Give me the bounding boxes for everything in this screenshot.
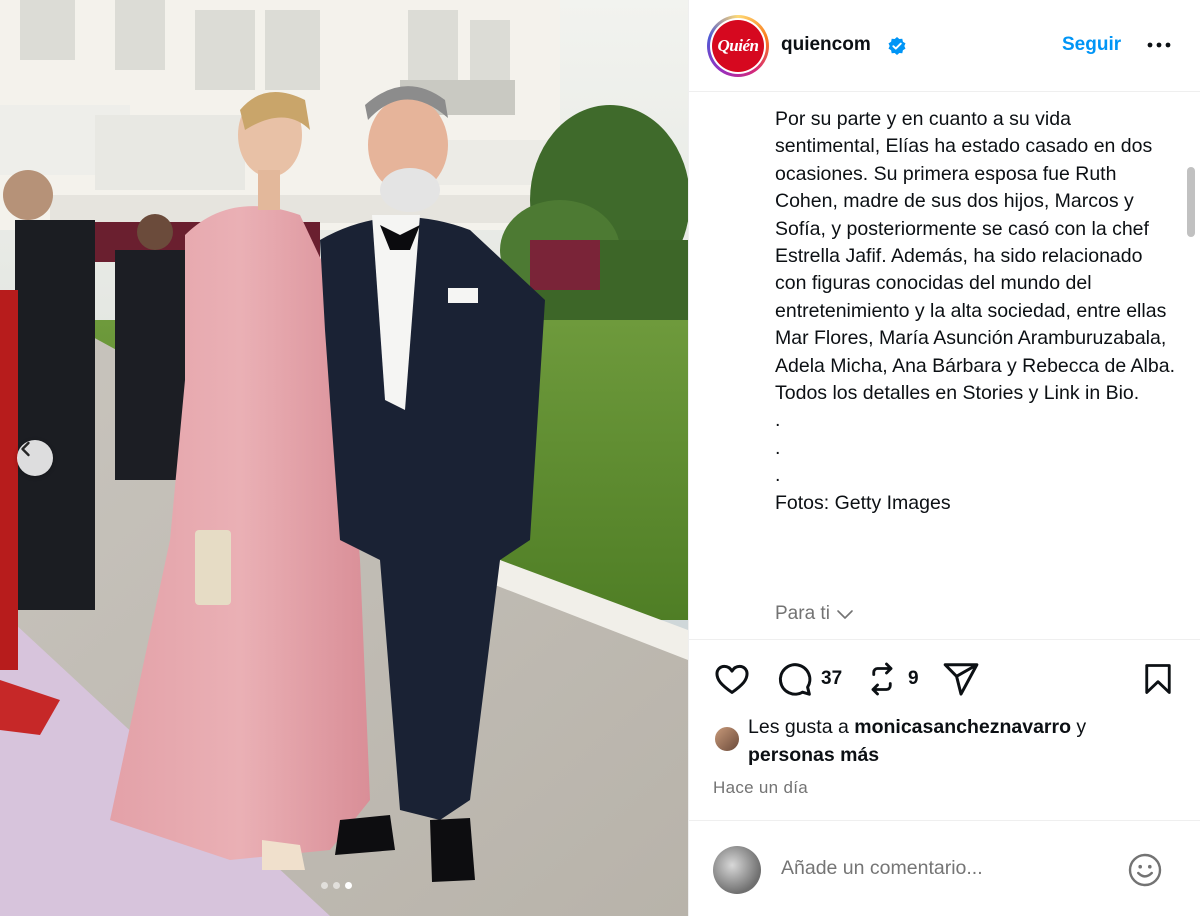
liker-username-link[interactable]: monicasancheznavarro <box>854 716 1071 738</box>
verified-badge-icon <box>888 37 906 55</box>
carousel-dot-active <box>345 882 352 889</box>
likes-suffix: y <box>1071 716 1087 738</box>
repost-button[interactable]: 9 <box>864 660 919 698</box>
caption-scroll-area[interactable]: Por su parte y en cuanto a su vida senti… <box>689 93 1200 640</box>
post-caption: Por su parte y en cuanto a su vida senti… <box>775 108 1175 514</box>
repost-icon <box>871 662 893 696</box>
carousel-dot <box>333 882 340 889</box>
share-send-icon <box>943 663 979 696</box>
carousel-dot <box>321 882 328 889</box>
post-header: Quién quiencom Seguir <box>689 0 1200 92</box>
reposts-count: 9 <box>908 668 919 689</box>
comment-input[interactable] <box>781 857 1101 880</box>
carousel-prev-button[interactable] <box>17 440 53 476</box>
post-side-panel: Quién quiencom Seguir Por su parte y en … <box>688 0 1200 916</box>
caption-scrollbar[interactable] <box>1187 167 1195 237</box>
save-button[interactable] <box>1140 660 1176 698</box>
heart-icon <box>715 664 749 694</box>
for-you-dropdown[interactable]: Para ti <box>775 603 854 625</box>
post-actions-bar: 37 9 <box>689 660 1200 704</box>
comment-bubble-icon <box>778 663 812 696</box>
emoji-icon[interactable] <box>1127 852 1163 888</box>
likes-others-link[interactable]: personas más <box>748 744 879 766</box>
post-photo[interactable] <box>0 0 688 916</box>
liker-avatar[interactable] <box>714 726 740 752</box>
chevron-down-icon <box>837 610 853 619</box>
profile-avatar[interactable]: Quién <box>707 15 769 77</box>
follow-button[interactable]: Seguir <box>1062 34 1121 56</box>
for-you-label: Para ti <box>775 603 830 624</box>
photo-illustration <box>0 0 688 916</box>
username-link[interactable]: quiencom <box>781 34 871 56</box>
brand-logo: Quién <box>712 20 764 72</box>
comments-count: 37 <box>821 668 843 689</box>
bookmark-icon <box>1145 664 1171 694</box>
post-timestamp[interactable]: Hace un día <box>713 778 808 798</box>
avatar-ring-inner: Quién <box>710 18 766 74</box>
carousel-indicator <box>321 882 352 889</box>
more-horizontal-icon[interactable] <box>1145 32 1175 58</box>
likes-text: Les gusta a monicasancheznavarro y person… <box>748 713 1178 769</box>
like-button[interactable] <box>713 660 751 698</box>
comment-button[interactable]: 37 <box>775 660 842 698</box>
current-user-avatar <box>713 846 761 894</box>
share-button[interactable] <box>942 660 980 698</box>
comment-composer <box>689 820 1200 916</box>
chevron-left-icon <box>21 441 30 457</box>
likes-prefix: Les gusta a <box>748 716 855 738</box>
